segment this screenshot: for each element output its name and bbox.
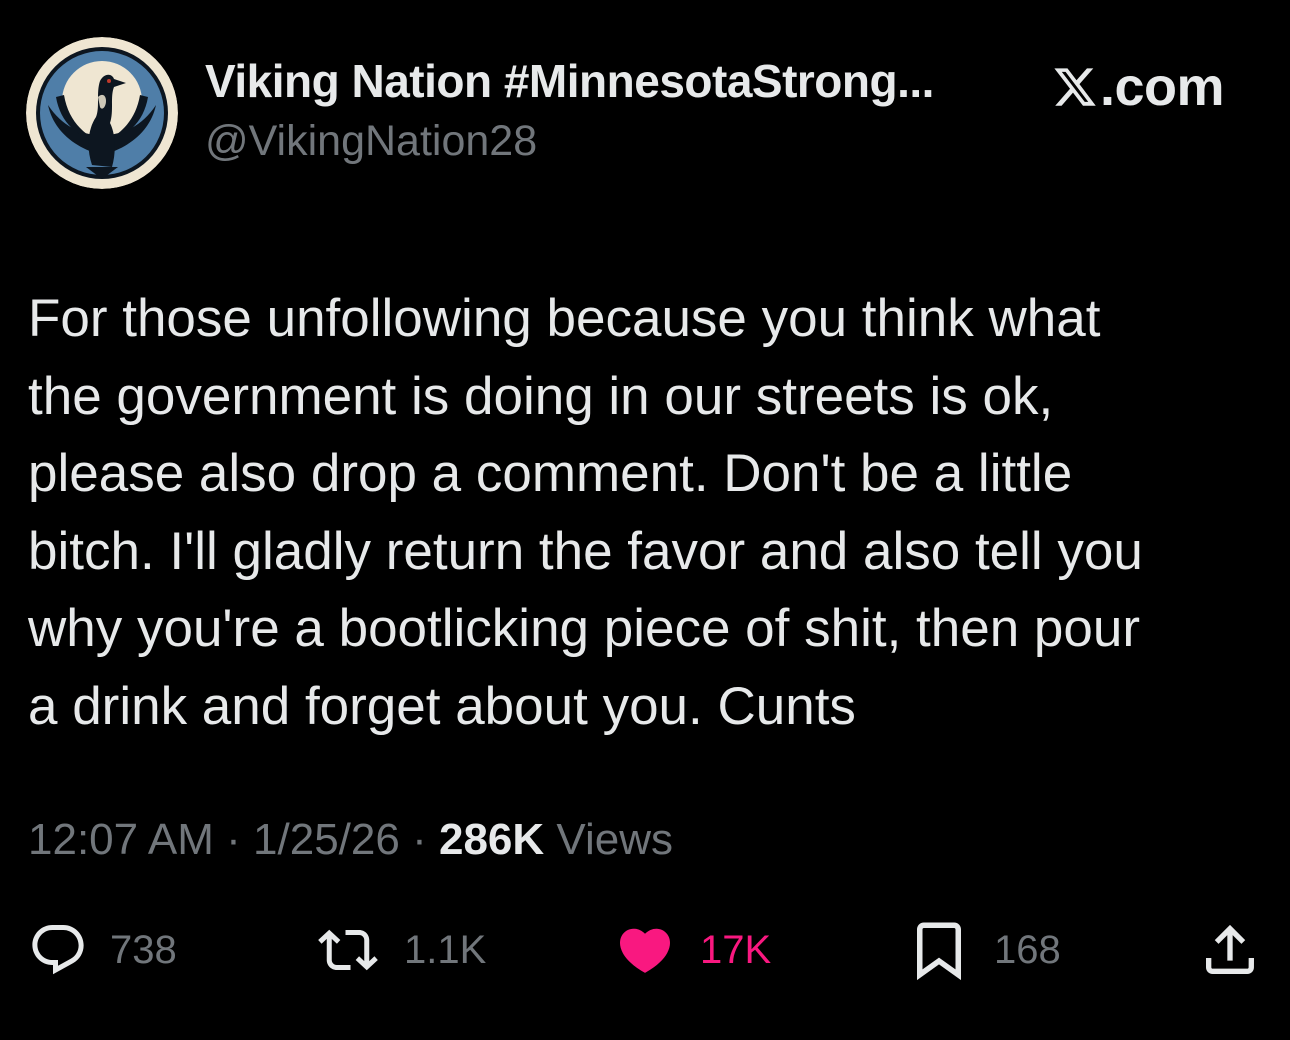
reply-icon (32, 925, 84, 975)
meta-separator: · (412, 815, 427, 864)
reply-count: 738 (110, 927, 177, 972)
tweet-text-line: a drink and forget about you. Cunts (28, 676, 856, 736)
tweet-text-line: bitch. I'll gladly return the favor and … (28, 521, 1143, 581)
display-name[interactable]: Viking Nation #MinnesotaStrong... (205, 54, 934, 108)
heart-icon (619, 928, 671, 973)
reply-button[interactable]: 738 (28, 915, 177, 985)
bookmark-count: 168 (994, 927, 1061, 972)
tweet-meta: 12:07 AM · 1/25/26 · 286K Views (28, 815, 673, 865)
share-icon (1206, 924, 1254, 974)
repost-count: 1.1K (404, 927, 487, 972)
tweet-card: Viking Nation #MinnesotaStrong... @Vikin… (0, 0, 1290, 1040)
action-bar: 738 1.1K 17K 168 (0, 915, 1290, 985)
avatar[interactable] (26, 37, 178, 189)
x-logo-icon (1054, 68, 1096, 106)
tweet-text-line: why you're a bootlicking piece of shit, … (28, 599, 1140, 658)
user-handle[interactable]: @VikingNation28 (205, 117, 537, 166)
site-label: .com (1100, 57, 1225, 117)
like-count: 17K (700, 927, 772, 972)
post-time[interactable]: 12:07 AM (28, 815, 214, 864)
tweet-text-line: please also drop a comment. Don't be a l… (28, 444, 1073, 503)
views-label: Views (556, 815, 673, 864)
loon-bird-logo-icon (26, 37, 178, 189)
tweet-text-line: the government is doing in our streets i… (28, 366, 1054, 426)
views-count: 286K (438, 815, 545, 864)
site-mark: .com (1052, 56, 1225, 118)
tweet-text: For those unfollowing because you think … (28, 280, 1268, 745)
tweet-text-line: For those unfollowing because you think … (28, 289, 1101, 348)
bookmark-button[interactable]: 168 (906, 915, 1061, 985)
repost-icon (318, 929, 378, 971)
bookmark-icon (917, 922, 961, 981)
like-button[interactable]: 17K (612, 915, 771, 985)
repost-button[interactable]: 1.1K (314, 915, 486, 985)
meta-separator: · (226, 815, 241, 864)
share-button[interactable] (1198, 915, 1262, 985)
post-date[interactable]: 1/25/26 (253, 815, 400, 864)
